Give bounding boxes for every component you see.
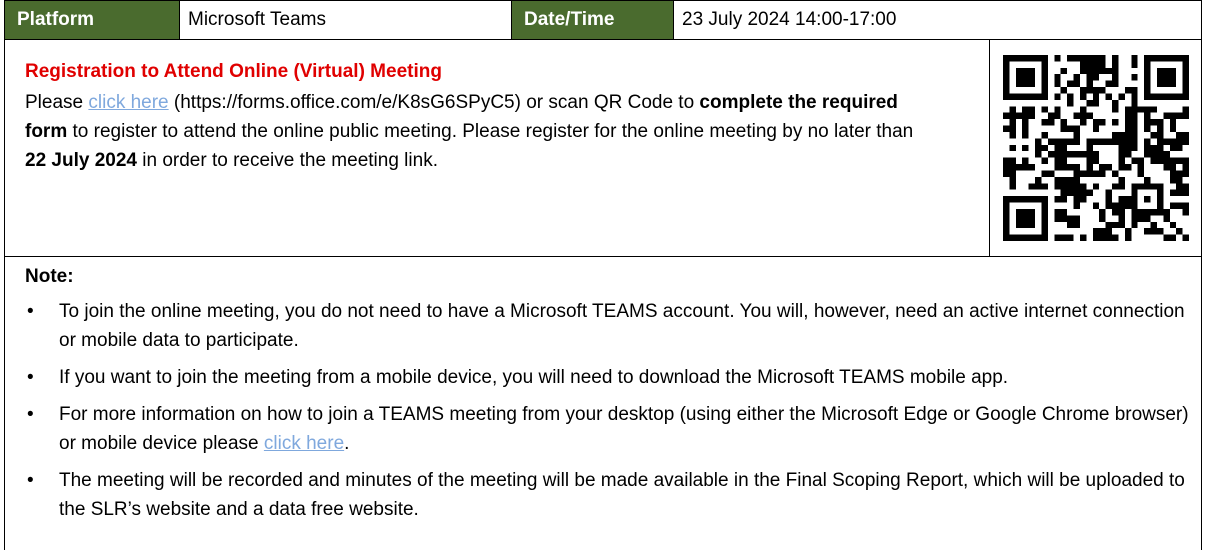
registration-section: Registration to Attend Online (Virtual) … [4,40,990,256]
registration-text-3: to register to attend the online public … [67,121,914,142]
note-item-3-end: . [344,433,350,454]
note-item: The meeting will be recorded and minutes… [25,466,1189,524]
qr-code-icon[interactable] [1002,55,1189,241]
meeting-info-document: Platform Microsoft Teams Date/Time 23 Ju… [0,0,1206,550]
registration-body: Please click here (https://forms.office.… [25,88,925,175]
registration-title: Registration to Attend Online (Virtual) … [25,61,442,82]
registration-deadline: 22 July 2024 [25,150,137,171]
registration-form-link[interactable]: click here [88,92,168,113]
registration-text-2: (https://forms.office.com/e/K8sG6SPyC5) … [168,92,700,113]
qr-code-cell [990,40,1202,256]
note-item-3-text: For more information on how to join a TE… [59,404,1189,454]
header-row: Platform Microsoft Teams Date/Time 23 Ju… [4,0,1202,40]
datetime-label: Date/Time [512,0,674,40]
note-item: If you want to join the meeting from a m… [25,363,1189,392]
registration-text-4: in order to receive the meeting link. [136,150,438,171]
note-list: To join the online meeting, you do not n… [25,297,1201,524]
datetime-value: 23 July 2024 14:00-17:00 [674,0,1202,40]
platform-value: Microsoft Teams [180,0,512,40]
platform-label: Platform [4,0,180,40]
note-section: Note: To join the online meeting, you do… [4,257,1202,550]
note-item: To join the online meeting, you do not n… [25,297,1189,355]
registration-text-1: Please [25,92,89,113]
note-title: Note: [25,266,74,287]
teams-help-link[interactable]: click here [264,433,344,454]
note-item: For more information on how to join a TE… [25,400,1189,458]
